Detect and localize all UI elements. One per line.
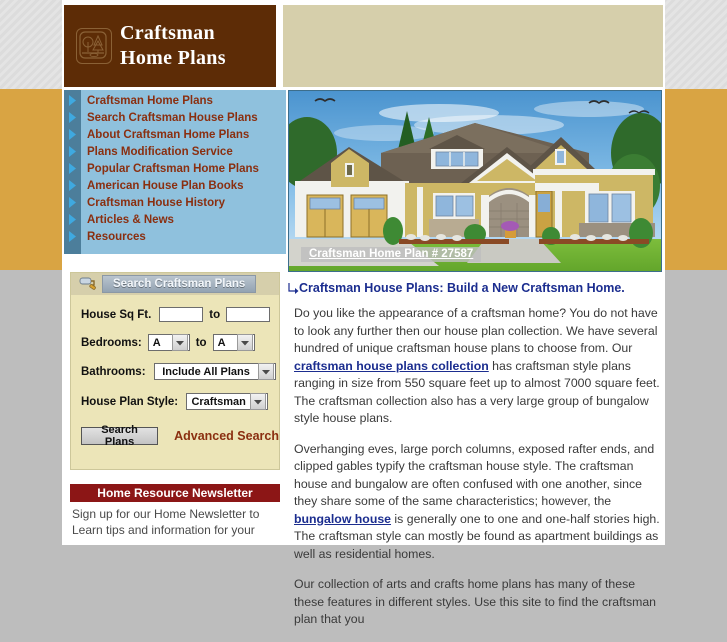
search-panel-title[interactable]: Search Craftsman Plans	[102, 275, 257, 293]
sidebar-item-label: Resources	[87, 230, 146, 243]
sidebar-item-about-craftsman-home-plans[interactable]: About Craftsman Home Plans	[64, 126, 286, 143]
chevron-right-icon	[64, 146, 81, 157]
chevron-right-icon	[64, 180, 81, 191]
chevron-down-icon	[250, 393, 267, 410]
house-plan-style-label: House Plan Style:	[81, 395, 179, 408]
sidebar-item-label: Search Craftsman House Plans	[87, 111, 258, 124]
craftsman-house-illustration	[289, 91, 661, 271]
hero-caption-link[interactable]: Craftsman Home Plan # 27587	[301, 247, 482, 262]
home-resource-newsletter: Home Resource Newsletter Sign up for our…	[70, 484, 280, 545]
sidebar-item-search-craftsman-house-plans[interactable]: Search Craftsman House Plans	[64, 109, 286, 126]
newsletter-line-1: Sign up for our Home Newsletter to	[72, 507, 260, 521]
sidebar-item-label: Craftsman Home Plans	[87, 94, 213, 107]
sidebar-item-american-house-plan-books[interactable]: American House Plan Books	[64, 177, 286, 194]
page-container: Craftsman Home Plans Craftsman Home Plan…	[62, 0, 665, 626]
nav-list: Craftsman Home Plans Search Craftsman Ho…	[64, 92, 286, 245]
chevron-right-icon	[64, 231, 81, 242]
sidebar-item-plans-modification-service[interactable]: Plans Modification Service	[64, 143, 286, 160]
main-content: Craftsman House Plans: Build a New Craft…	[288, 281, 662, 642]
chevron-right-icon	[64, 197, 81, 208]
bathrooms-value: Include All Plans	[162, 365, 250, 378]
chevron-down-icon	[171, 334, 188, 351]
newsletter-body: Sign up for our Home Newsletter to Learn…	[70, 502, 280, 538]
p1-before: Do you like the appearance of a craftsma…	[294, 306, 658, 355]
sidebar-item-label: Articles & News	[87, 213, 174, 226]
search-panel-header: Search Craftsman Plans	[71, 273, 279, 295]
main-navigation: Craftsman Home Plans Search Craftsman Ho…	[64, 90, 286, 254]
bedrooms-max-value: A	[217, 336, 226, 349]
hero-house-rendering[interactable]: Craftsman Home Plan # 27587	[288, 90, 662, 272]
sqft-min-input[interactable]	[159, 307, 204, 322]
trees-landscape-icon	[76, 28, 112, 64]
chevron-right-icon	[64, 214, 81, 225]
search-plans-button[interactable]: Search Plans	[81, 424, 159, 448]
corner-arrow-icon	[288, 282, 299, 295]
sidebar-item-popular-craftsman-home-plans[interactable]: Popular Craftsman Home Plans	[64, 160, 286, 177]
bungalow-house-link[interactable]: bungalow house	[294, 512, 391, 526]
collection-paragraph: Our collection of arts and crafts home p…	[294, 577, 657, 626]
page-title-text: Craftsman House Plans: Build a New Craft…	[299, 281, 625, 295]
site-title-line2: Home Plans	[120, 47, 226, 69]
bathrooms-select[interactable]: Include All Plans	[153, 363, 276, 380]
search-craftsman-plans-panel: Search Craftsman Plans House Sq Ft. to B…	[70, 272, 280, 470]
bathrooms-label: Bathrooms:	[81, 365, 146, 378]
site-header: Craftsman Home Plans	[62, 5, 665, 88]
bedrooms-to-label: to	[195, 336, 207, 349]
sidebar-item-label: About Craftsman Home Plans	[87, 128, 250, 141]
sidebar-item-resources[interactable]: Resources	[64, 228, 286, 245]
chevron-right-icon	[64, 163, 81, 174]
chevron-down-icon	[236, 334, 253, 351]
chevron-right-icon	[64, 112, 81, 123]
bedrooms-min-value: A	[152, 336, 161, 349]
chevron-right-icon	[64, 95, 81, 106]
page-title: Craftsman House Plans: Build a New Craft…	[288, 281, 662, 295]
sqft-max-input[interactable]	[226, 307, 271, 322]
sidebar-item-label: Craftsman House History	[87, 196, 226, 209]
sidebar-item-craftsman-house-history[interactable]: Craftsman House History	[64, 194, 286, 211]
chevron-down-icon	[257, 363, 274, 380]
sidebar-item-label: Popular Craftsman Home Plans	[87, 162, 259, 175]
sidebar-item-label: American House Plan Books	[87, 179, 244, 192]
bedrooms-max-select[interactable]: A	[212, 334, 255, 351]
sqft-to-label: to	[209, 308, 221, 321]
house-plan-style-select[interactable]: Craftsman	[186, 393, 269, 410]
intro-paragraph: Do you like the appearance of a craftsma…	[294, 305, 662, 428]
craftsman-house-plans-collection-link[interactable]: craftsman house plans collection	[294, 359, 489, 373]
newsletter-title: Home Resource Newsletter	[70, 484, 280, 502]
house-plan-style-value: Craftsman	[191, 395, 246, 408]
site-title: Craftsman Home Plans	[120, 21, 226, 71]
sidebar-item-craftsman-home-plans[interactable]: Craftsman Home Plans	[64, 92, 286, 109]
bedrooms-min-select[interactable]: A	[147, 334, 190, 351]
sqft-label: House Sq Ft.	[81, 308, 152, 321]
site-brand[interactable]: Craftsman Home Plans	[64, 5, 276, 87]
sidebar-item-articles-and-news[interactable]: Articles & News	[64, 211, 286, 228]
chevron-right-icon	[64, 129, 81, 140]
header-banner-ad	[283, 5, 663, 87]
p2-before: Overhanging eves, large porch columns, e…	[294, 441, 655, 509]
sidebar-item-label: Plans Modification Service	[87, 145, 233, 158]
site-title-line1: Craftsman	[120, 22, 215, 44]
newsletter-line-2: Learn tips and information for your	[72, 523, 255, 537]
paint-roller-icon	[79, 276, 98, 292]
advanced-search-link[interactable]: Advanced Search	[174, 429, 279, 443]
bedrooms-label: Bedrooms:	[81, 336, 142, 349]
